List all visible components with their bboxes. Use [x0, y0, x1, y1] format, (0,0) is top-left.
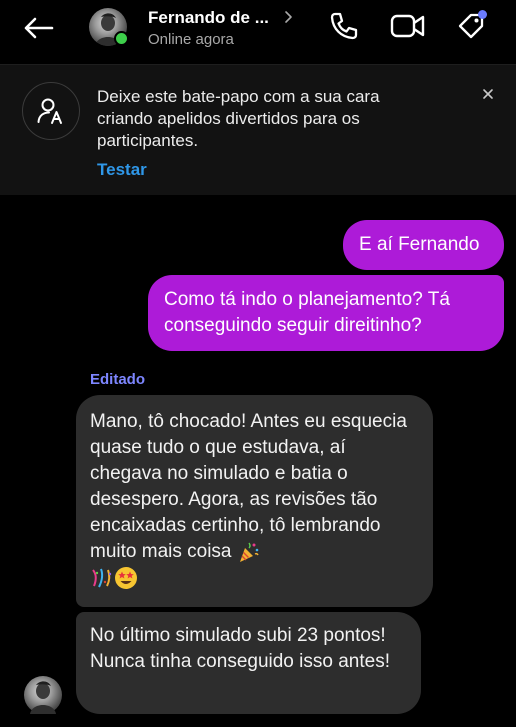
nickname-icon-circle	[22, 82, 80, 140]
incoming-message[interactable]: No último simulado subi 23 pontos! Nunca…	[76, 612, 421, 714]
outgoing-message[interactable]: Como tá indo o planejamento? Tá consegui…	[148, 275, 504, 351]
video-camera-icon	[390, 14, 425, 38]
nickname-banner: Deixe este bate-papo com a sua cara cria…	[0, 64, 516, 195]
chevron-right-icon[interactable]	[283, 9, 295, 25]
star-struck-emoji	[115, 566, 137, 589]
close-icon	[483, 89, 493, 99]
banner-close-button[interactable]	[476, 82, 500, 106]
online-indicator	[114, 31, 129, 46]
chat-header: Fernando de ... Online agora	[0, 0, 516, 64]
try-nicknames-button[interactable]: Testar	[97, 160, 147, 180]
notification-dot	[478, 10, 487, 19]
phone-icon	[330, 12, 358, 40]
edited-label: Editado	[90, 371, 145, 388]
back-button[interactable]	[16, 10, 60, 46]
confetti-emoji	[92, 568, 112, 588]
arrow-left-icon	[24, 17, 54, 39]
contact-avatar[interactable]	[89, 8, 129, 48]
incoming-message[interactable]: Mano, tô chocado! Antes eu esquecia quas…	[76, 395, 433, 607]
online-status: Online agora	[148, 31, 234, 48]
person-nickname-icon	[37, 98, 62, 124]
contact-name[interactable]: Fernando de ...	[148, 8, 269, 28]
outgoing-message[interactable]: E aí Fernando	[343, 220, 504, 270]
video-call-button[interactable]	[390, 8, 426, 44]
banner-message: Deixe este bate-papo com a sua cara cria…	[97, 87, 380, 150]
tag-button[interactable]	[454, 8, 490, 44]
party-popper-emoji	[239, 542, 259, 562]
sender-avatar[interactable]	[24, 676, 62, 714]
call-button[interactable]	[326, 8, 362, 44]
